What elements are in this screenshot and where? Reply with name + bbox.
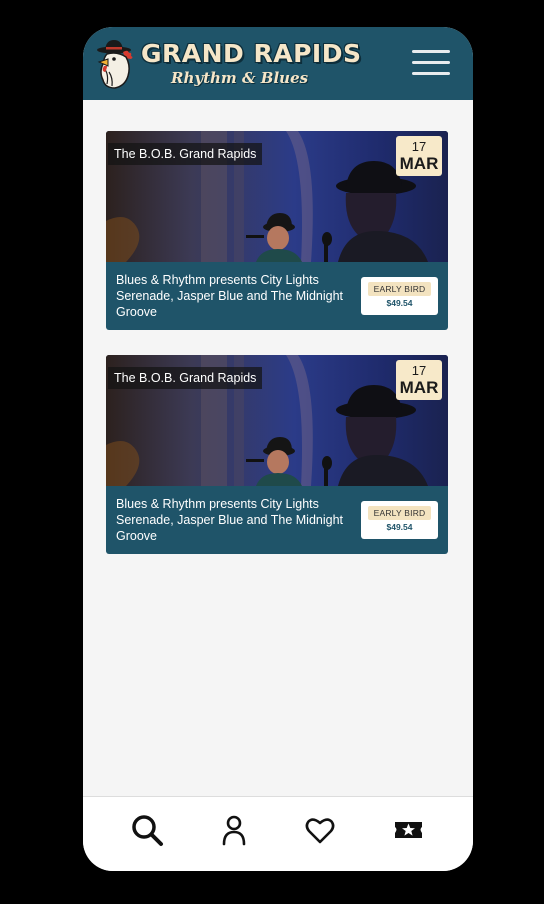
event-card[interactable]: The B.O.B. Grand Rapids 17 MAR Blues & R… (106, 131, 448, 330)
profile-icon[interactable] (215, 811, 255, 851)
event-title[interactable]: Blues & Rhythm presents City Lights Sere… (116, 496, 346, 544)
event-image: The B.O.B. Grand Rapids 17 MAR (106, 131, 448, 262)
app-logo[interactable]: GRAND RAPIDS Rhythm & Blues (95, 38, 361, 92)
heart-icon[interactable] (301, 811, 341, 851)
date-month: MAR (399, 378, 439, 397)
date-month: MAR (399, 154, 439, 173)
ticket-tier-badge: EARLY BIRD (367, 282, 432, 296)
bottom-navigation (83, 796, 473, 871)
ticket-price-button[interactable]: EARLY BIRD $49.54 (361, 277, 438, 315)
app-header: GRAND RAPIDS Rhythm & Blues (83, 27, 473, 100)
search-icon[interactable] (128, 811, 168, 851)
date-day: 17 (411, 363, 427, 378)
ticket-price: $49.54 (386, 298, 413, 308)
event-card-footer: Blues & Rhythm presents City Lights Sere… (106, 262, 448, 330)
event-list: The B.O.B. Grand Rapids 17 MAR Blues & R… (83, 100, 473, 796)
ticket-price: $49.54 (386, 522, 413, 532)
logo-title: GRAND RAPIDS (141, 39, 362, 68)
logo-subtitle: Rhythm & Blues (171, 69, 309, 87)
event-image: The B.O.B. Grand Rapids 17 MAR (106, 355, 448, 486)
phone-screen: GRAND RAPIDS Rhythm & Blues The B.O.B. G… (83, 27, 473, 871)
date-badge: 17 MAR (396, 360, 442, 400)
date-day: 17 (411, 139, 427, 154)
ticket-price-button[interactable]: EARLY BIRD $49.54 (361, 501, 438, 539)
venue-label: The B.O.B. Grand Rapids (108, 367, 263, 389)
date-badge: 17 MAR (396, 136, 442, 176)
venue-label: The B.O.B. Grand Rapids (108, 143, 263, 165)
event-card[interactable]: The B.O.B. Grand Rapids 17 MAR Blues & R… (106, 355, 448, 554)
ticket-icon[interactable] (389, 811, 429, 851)
ticket-tier-badge: EARLY BIRD (367, 506, 432, 520)
event-title[interactable]: Blues & Rhythm presents City Lights Sere… (116, 272, 346, 320)
hamburger-menu-icon[interactable] (412, 48, 452, 78)
event-card-footer: Blues & Rhythm presents City Lights Sere… (106, 486, 448, 554)
rooster-logo-icon (97, 40, 133, 89)
